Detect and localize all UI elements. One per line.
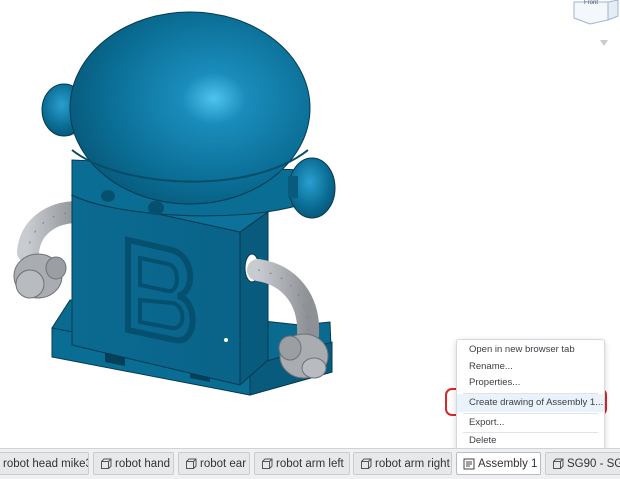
part-studio-icon (186, 458, 197, 469)
tab-label: robot ear (200, 458, 247, 470)
view-cube-chevron-icon (600, 40, 608, 46)
tab-robot-hand[interactable]: robot hand (93, 452, 174, 475)
tab-assembly-1[interactable]: Assembly 1 (456, 452, 541, 475)
tab-label: robot arm left (276, 458, 344, 470)
tab-label: robot hand (115, 458, 170, 470)
menu-item-properties[interactable]: Properties... (457, 374, 604, 392)
assembly-icon (463, 458, 475, 470)
part-studio-icon (101, 458, 112, 469)
tab-robot-head-mike3[interactable]: robot head mike3 (0, 452, 89, 475)
tab-label: robot head mike3 (3, 458, 89, 470)
tab-bar: robot head mike3 robot hand robot ear ro… (0, 448, 620, 479)
tab-robot-arm-right[interactable]: robot arm right (353, 452, 452, 475)
menu-item-open-new-tab[interactable]: Open in new browser tab (457, 341, 604, 359)
tab-sg90[interactable]: SG90 - SG9 (545, 452, 620, 475)
tab-label: robot arm right (375, 458, 450, 470)
view-cube[interactable]: Front (568, 0, 620, 50)
tab-label: SG90 - SG9 (567, 458, 620, 470)
tab-robot-arm-left[interactable]: robot arm left (254, 452, 350, 475)
tab-robot-ear[interactable]: robot ear (178, 452, 250, 475)
robot-arm-left (13, 201, 89, 299)
part-studio-icon (262, 458, 273, 469)
context-menu: Open in new browser tab Rename... Proper… (456, 339, 605, 453)
view-cube-face-label: Front (584, 0, 598, 6)
menu-item-create-drawing[interactable]: Create drawing of Assembly 1... (457, 394, 604, 412)
part-studio-icon (553, 458, 564, 469)
tab-label: Assembly 1 (478, 458, 538, 470)
part-studio-icon (361, 458, 372, 469)
menu-item-export[interactable]: Export... (457, 414, 604, 432)
robot-dome (69, 11, 311, 205)
